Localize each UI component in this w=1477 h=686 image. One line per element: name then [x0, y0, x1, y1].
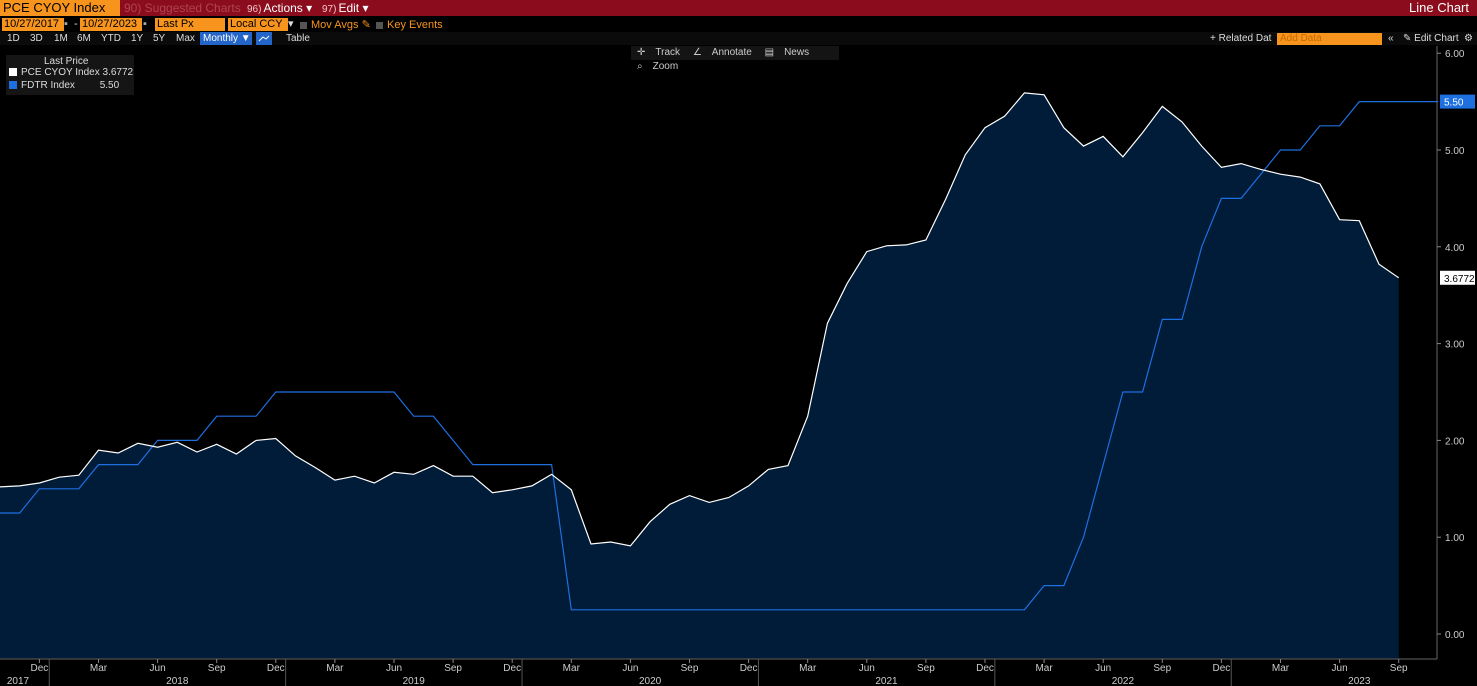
x-tick-label: Sep: [444, 663, 462, 674]
y-tick-label: 1.00: [1445, 533, 1465, 544]
x-tick-label: Mar: [326, 663, 344, 674]
x-tick-label: Dec: [31, 663, 49, 674]
legend-value: 3.6772: [102, 67, 134, 78]
y-tick-label: 5.00: [1445, 146, 1465, 157]
x-tick-label: Mar: [563, 663, 581, 674]
x-year-label: 2018: [166, 676, 189, 686]
x-tick-label: Sep: [681, 663, 699, 674]
x-tick-label: Jun: [859, 663, 875, 674]
legend-label: PCE CYOY Index: [21, 67, 100, 78]
x-tick-label: Sep: [1153, 663, 1171, 674]
x-tick-label: Jun: [150, 663, 166, 674]
y-tick-label: 4.00: [1445, 243, 1465, 254]
x-year-label: 2022: [1112, 676, 1135, 686]
y-tick-label: 2.00: [1445, 436, 1465, 447]
x-year-label: 2021: [875, 676, 898, 686]
legend-item-fdtr[interactable]: FDTR Index 5.50: [9, 80, 119, 92]
y-tick-label: 0.00: [1445, 630, 1465, 641]
line-chart[interactable]: 0.00 1.00 2.00 3.00 4.00 5.00 6.00 5.50 3.6772 De…: [0, 0, 1477, 686]
legend-label: FDTR Index: [21, 80, 75, 91]
x-year-label: 2020: [639, 676, 662, 686]
pce-last-value-tag-label: 3.6772: [1444, 274, 1475, 285]
y-tick-label: 3.00: [1445, 340, 1465, 351]
x-tick-label: Dec: [1213, 663, 1231, 674]
legend-swatch: [9, 81, 17, 89]
x-tick-label: Mar: [799, 663, 817, 674]
x-tick-label: Dec: [503, 663, 521, 674]
x-tick-label: Mar: [90, 663, 108, 674]
x-tick-label: Jun: [386, 663, 402, 674]
x-tick-label: Sep: [917, 663, 935, 674]
x-tick-label: Jun: [1095, 663, 1111, 674]
x-tick-label: Dec: [740, 663, 758, 674]
x-tick-label: Mar: [1272, 663, 1290, 674]
legend-title: Last Price: [44, 56, 89, 67]
x-tick-label: Dec: [976, 663, 994, 674]
x-tick-label: Sep: [208, 663, 226, 674]
legend-value: 5.50: [99, 80, 120, 91]
x-year-label: 2023: [1348, 676, 1371, 686]
chart-legend: Last Price PCE CYOY Index 3.6772 FDTR In…: [6, 55, 134, 95]
legend-swatch: [9, 68, 17, 76]
fdtr-last-value-tag-label: 5.50: [1444, 98, 1464, 109]
x-tick-label: Jun: [1332, 663, 1348, 674]
x-tick-label: Sep: [1390, 663, 1408, 674]
y-tick-label: 6.00: [1445, 49, 1465, 60]
x-tick-label: Mar: [1035, 663, 1053, 674]
pce-area-fill: [0, 92, 1399, 659]
x-year-label: 2017: [7, 676, 30, 686]
x-tick-label: Jun: [622, 663, 638, 674]
legend-item-pce[interactable]: PCE CYOY Index 3.6772: [9, 67, 133, 79]
x-tick-label: Dec: [267, 663, 285, 674]
x-year-label: 2019: [403, 676, 426, 686]
